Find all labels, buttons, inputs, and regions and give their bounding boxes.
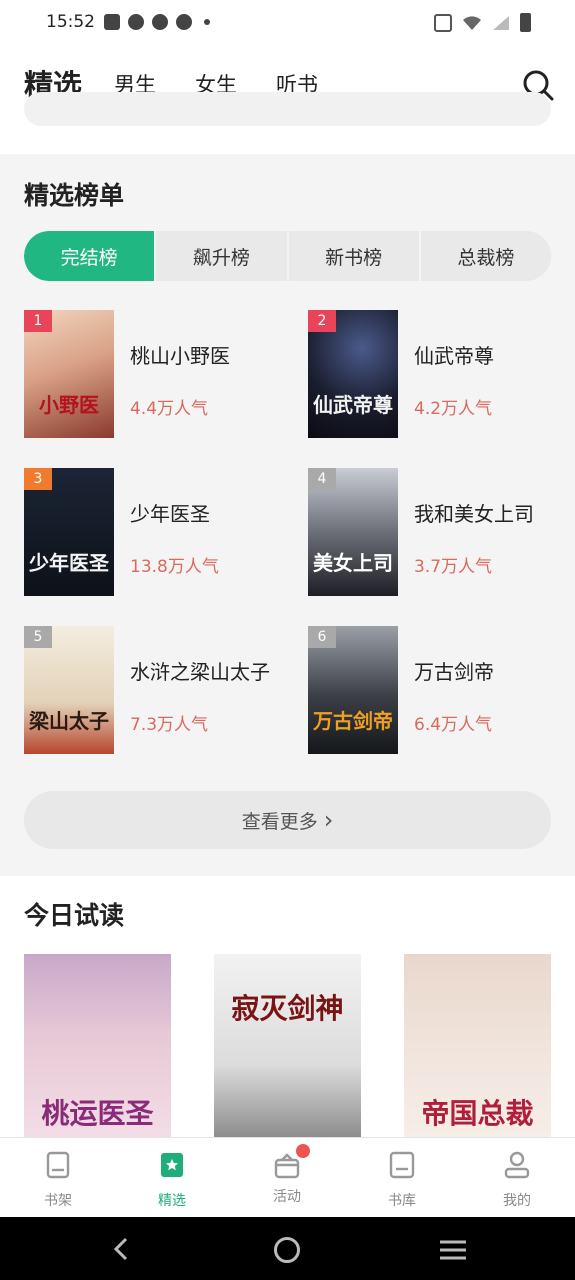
status-time: 15:52 (46, 12, 95, 32)
nav-profile[interactable]: 我的 (477, 1150, 557, 1210)
today-trial-section: 今日试读 桃运医圣 寂灭剑神 帝国总裁 (0, 876, 575, 1138)
gift-icon (272, 1144, 310, 1180)
book-title: 少年医圣 (130, 502, 210, 526)
vibrate-icon (434, 13, 452, 32)
cover-title-art: 美女上司 (313, 551, 393, 575)
view-more-button[interactable]: 查看更多 › (24, 791, 551, 849)
book-title: 桃山小野医 (130, 344, 230, 368)
book-popularity: 13.8万人气 (130, 557, 219, 577)
system-navigation-bar (0, 1217, 575, 1280)
ranking-section: 精选榜单 完结榜 飙升榜 新书榜 总裁榜 小野医 1 桃山小野医 4.4万人气 … (0, 154, 575, 876)
cover-title-art: 寂灭剑神 (231, 992, 344, 1025)
nav-label: 活动 (273, 1189, 301, 1205)
banner-remnant (0, 92, 575, 154)
app-root: 15:52 精选 男生 女生 听书 精选榜单 完结榜 飙升榜 新书榜 总裁榜 小… (0, 0, 575, 1280)
book-popularity: 4.4万人气 (130, 399, 209, 419)
notification-bag-icon (104, 14, 120, 30)
library-icon (389, 1151, 415, 1179)
book-title: 仙武帝尊 (414, 344, 494, 368)
book-title: 万古剑帝 (414, 660, 494, 684)
segment-completed[interactable]: 完结榜 (24, 231, 157, 281)
segment-new[interactable]: 新书榜 (289, 231, 421, 281)
system-status-icons (434, 13, 531, 32)
status-bar: 15:52 (0, 0, 575, 48)
ranked-book[interactable]: 少年医圣 3 少年医圣 13.8万人气 (24, 468, 284, 598)
nav-label: 精选 (158, 1193, 186, 1209)
nav-activities[interactable]: 活动 (247, 1144, 327, 1206)
ranked-book[interactable]: 仙武帝尊 2 仙武帝尊 4.2万人气 (308, 310, 568, 440)
cover-title-art: 梁山太子 (29, 709, 109, 733)
trial-book-cover[interactable]: 帝国总裁 (404, 954, 551, 1138)
nav-featured[interactable]: 精选 (132, 1150, 212, 1210)
bottom-navigation: 书架 精选 活动 书库 我的 (0, 1137, 575, 1217)
rank-badge: 1 (24, 310, 52, 332)
chevron-right-icon: › (323, 806, 334, 834)
section-title: 今日试读 (24, 901, 125, 930)
more-notifications-icon (204, 19, 210, 25)
book-title: 我和美女上司 (414, 502, 534, 526)
book-popularity: 3.7万人气 (414, 557, 493, 577)
back-icon[interactable] (110, 1237, 134, 1261)
signal-icon (493, 15, 509, 30)
wifi-icon (463, 15, 481, 30)
notification-app-icon (128, 14, 144, 30)
user-icon (504, 1151, 530, 1179)
rank-badge: 3 (24, 468, 52, 490)
cover-title-art: 小野医 (39, 393, 99, 417)
notification-dot (296, 1144, 310, 1158)
cover-title-art: 桃运医圣 (41, 1097, 154, 1131)
section-title: 精选榜单 (24, 181, 125, 210)
trial-book-cover[interactable]: 桃运医圣 (24, 954, 171, 1138)
ranked-book[interactable]: 小野医 1 桃山小野医 4.4万人气 (24, 310, 284, 440)
notification-app-icon (152, 14, 168, 30)
book-popularity: 7.3万人气 (130, 715, 209, 735)
home-icon[interactable] (274, 1237, 300, 1263)
rank-badge: 6 (308, 626, 336, 648)
ranked-book[interactable]: 梁山太子 5 水浒之梁山太子 7.3万人气 (24, 626, 284, 756)
segment-ceo[interactable]: 总裁榜 (421, 231, 551, 281)
cover-title-art: 仙武帝尊 (313, 393, 393, 417)
rank-badge: 5 (24, 626, 52, 648)
nav-label: 书库 (388, 1193, 416, 1209)
cover-title-art: 帝国总裁 (421, 1097, 534, 1131)
ranked-book[interactable]: 万古剑帝 6 万古剑帝 6.4万人气 (308, 626, 568, 756)
rank-badge: 4 (308, 468, 336, 490)
book-popularity: 4.2万人气 (414, 399, 493, 419)
banner-pill (24, 92, 551, 126)
book-title: 水浒之梁山太子 (130, 660, 270, 684)
nav-bookshelf[interactable]: 书架 (18, 1150, 98, 1210)
view-more-label: 查看更多 (241, 810, 318, 833)
rank-badge: 2 (308, 310, 336, 332)
ranking-segment-control: 完结榜 飙升榜 新书榜 总裁榜 (24, 231, 551, 281)
book-popularity: 6.4万人气 (414, 715, 493, 735)
notification-app-icon (176, 14, 192, 30)
trial-book-cover[interactable]: 寂灭剑神 (214, 954, 361, 1138)
nav-library[interactable]: 书库 (362, 1150, 442, 1210)
cover-title-art: 少年医圣 (29, 551, 109, 575)
featured-icon (161, 1153, 183, 1177)
notification-icons (104, 14, 210, 30)
ranked-book[interactable]: 美女上司 4 我和美女上司 3.7万人气 (308, 468, 568, 598)
recent-apps-icon[interactable] (440, 1239, 466, 1261)
battery-icon (520, 13, 531, 32)
bookshelf-icon (46, 1151, 70, 1179)
nav-label: 书架 (44, 1193, 72, 1209)
nav-label: 我的 (503, 1193, 531, 1209)
cover-title-art: 万古剑帝 (313, 709, 393, 733)
segment-rising[interactable]: 飙升榜 (156, 231, 289, 281)
